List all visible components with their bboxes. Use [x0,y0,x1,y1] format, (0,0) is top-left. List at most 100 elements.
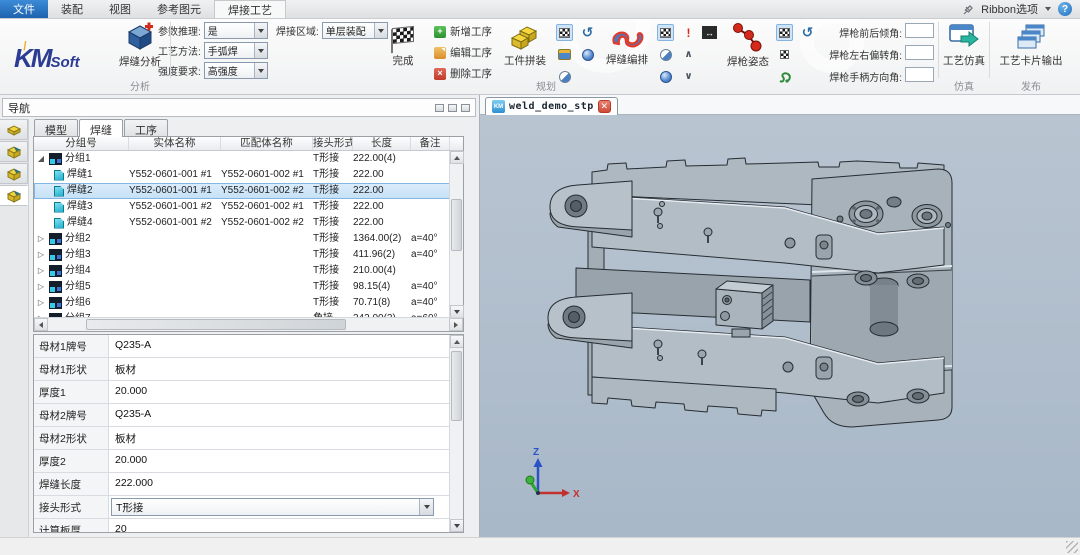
panel-close-icon[interactable] [461,104,470,112]
warning-button[interactable]: ! [680,24,697,41]
joint-type-combo[interactable]: T形接 [111,498,434,516]
expand-arrow-icon[interactable]: ▷ [36,231,46,247]
part-assembly-button[interactable]: 工件拼装 [500,23,550,68]
entity-name: Y552-0601-001 #2 [129,199,221,215]
group-row[interactable]: ▷分组4T形接210.00(4) [34,263,463,279]
group-row[interactable]: ◢分组1T形接222.00(4) [34,151,463,167]
flag-toggle-button[interactable] [556,24,573,41]
viewport-canvas[interactable]: Z X [480,115,1080,537]
tab-model[interactable]: 模型 [34,119,78,137]
combo-dropdown-icon[interactable] [419,499,433,515]
strip-model-button[interactable] [0,119,28,140]
group-row[interactable]: ▷分组5T形接98.15(4)a=40° [34,279,463,295]
flag-button-small[interactable] [776,46,793,63]
undo-button[interactable]: ↺ [579,24,596,41]
tab-seams-label: 焊缝 [90,125,112,137]
flag-toggle-button-3[interactable] [776,24,793,41]
expand-arrow-icon[interactable]: ▷ [36,263,46,279]
add-process-button[interactable]: + 新增工序 [434,24,492,39]
half-sphere-button-2[interactable] [657,46,674,63]
column-header-3[interactable]: 接头形式 [313,137,353,150]
group-row[interactable]: ▷分组2T形接1364.00(2)a=40° [34,231,463,247]
param-infer-combo[interactable]: 是 [204,22,268,39]
card-output-button[interactable]: 工艺卡片输出 [993,23,1069,68]
seam-table-vscrollbar[interactable] [449,151,463,318]
move-up-button[interactable]: ∧ [680,46,697,63]
property-row[interactable]: 厚度220.000 [34,450,450,473]
row-name: 焊缝2 [67,183,93,199]
seam-row[interactable]: 焊缝2Y552-0601-001 #1Y552-0601-002 #2T形接22… [34,183,463,199]
finish-flag-icon [392,26,414,44]
viewport: KM weld_demo_stp ✕ [480,95,1080,537]
seam-arrange-label: 焊缝编排 [606,52,648,67]
tab-operations[interactable]: 工序 [124,119,168,137]
navigation-panel: 导航 [0,95,480,537]
seam-arrange-button[interactable]: 焊缝编排 [601,28,653,67]
fill-button[interactable] [556,46,573,63]
strip-cube-button-2[interactable] [0,163,28,184]
property-row[interactable]: 母材1牌号Q235-A [34,335,450,358]
weld-analysis-button[interactable]: 焊缝分析 [112,22,168,69]
seam-row[interactable]: 焊缝3Y552-0601-001 #2Y552-0601-002 #1T形接22… [34,199,463,215]
expand-arrow-icon[interactable]: ▷ [36,247,46,263]
measure-button[interactable]: ↔ [701,24,718,41]
undo-button-2[interactable]: ↺ [799,24,816,41]
expand-arrow-icon[interactable]: ▷ [36,279,46,295]
tab-reference[interactable]: 参考图元 [144,0,214,18]
group-row[interactable]: ▷分组3T形接411.96(2)a=40° [34,247,463,263]
flag-toggle-button-2[interactable] [657,24,674,41]
seam-table-hscrollbar[interactable] [34,317,463,331]
region-combo[interactable]: 单层装配 [322,22,388,39]
tab-seams[interactable]: 焊缝 [79,119,123,137]
resize-grip[interactable] [1066,541,1078,553]
property-row[interactable]: 母材2牌号Q235-A [34,404,450,427]
torch-pose-button[interactable]: 焊枪姿态 [722,22,774,69]
snake-path-button[interactable] [776,68,793,85]
panel-dock-icon[interactable] [435,104,444,112]
flag-icon [660,28,671,38]
row-name: 分组1 [65,151,91,167]
row-name: 焊缝1 [67,167,93,183]
column-header-0[interactable]: 分组号 [34,137,129,150]
property-label: 厚度1 [34,381,109,403]
property-row[interactable]: 厚度120.000 [34,381,450,404]
strip-cube-button-3[interactable] [0,185,28,206]
tab-view[interactable]: 视图 [96,0,144,18]
close-document-icon[interactable]: ✕ [598,100,611,113]
region-dropdown-icon[interactable] [374,23,387,38]
tab-assembly[interactable]: 装配 [48,0,96,18]
param-infer-dropdown-icon[interactable] [254,23,267,38]
strip-cube-button-1[interactable] [0,141,28,162]
property-row[interactable]: 计算板厚20 [34,519,450,533]
property-value[interactable]: T形接 [109,496,450,518]
property-row[interactable]: 接头形式T形接 [34,496,450,519]
expand-arrow-icon[interactable]: ▷ [36,295,46,311]
document-tab[interactable]: KM weld_demo_stp ✕ [485,97,618,115]
collapse-arrow-icon[interactable]: ◢ [36,151,46,167]
column-header-2[interactable]: 匹配体名称 [221,137,313,150]
tab-weld-process[interactable]: 焊接工艺 [214,0,286,18]
tab-file[interactable]: 文件 [0,0,48,18]
seam-row[interactable]: 焊缝4Y552-0601-001 #2Y552-0601-002 #2T形接22… [34,215,463,231]
column-header-4[interactable]: 长度 [353,137,411,150]
sphere-button-2[interactable] [657,68,674,85]
property-row[interactable]: 焊缝长度222.000 [34,473,450,496]
process-simulation-button[interactable]: 工艺仿真 [941,23,987,68]
column-header-5[interactable]: 备注 [411,137,450,150]
sphere-button[interactable] [579,46,596,63]
ribbon-options-caret-icon[interactable] [1045,7,1051,11]
panel-pin-icon[interactable] [448,104,457,112]
help-icon[interactable]: ? [1058,2,1072,16]
property-row[interactable]: 母材2形状板材 [34,427,450,450]
torch-pitch-input[interactable] [905,23,934,38]
group-label-simulation: 仿真 [941,78,987,93]
property-grid-vscrollbar[interactable] [449,335,463,532]
column-header-1[interactable]: 实体名称 [129,137,221,150]
pin-ribbon-icon[interactable] [962,3,974,15]
move-down-button[interactable]: ∨ [680,68,697,85]
ribbon-options[interactable]: Ribbon选项 [981,1,1038,17]
group-row[interactable]: ▷分组6T形接70.71(8)a=40° [34,295,463,311]
seam-row[interactable]: 焊缝1Y552-0601-001 #1Y552-0601-002 #1T形接22… [34,167,463,183]
property-row[interactable]: 母材1形状板材 [34,358,450,381]
finish-button[interactable]: 完成 [386,27,420,68]
